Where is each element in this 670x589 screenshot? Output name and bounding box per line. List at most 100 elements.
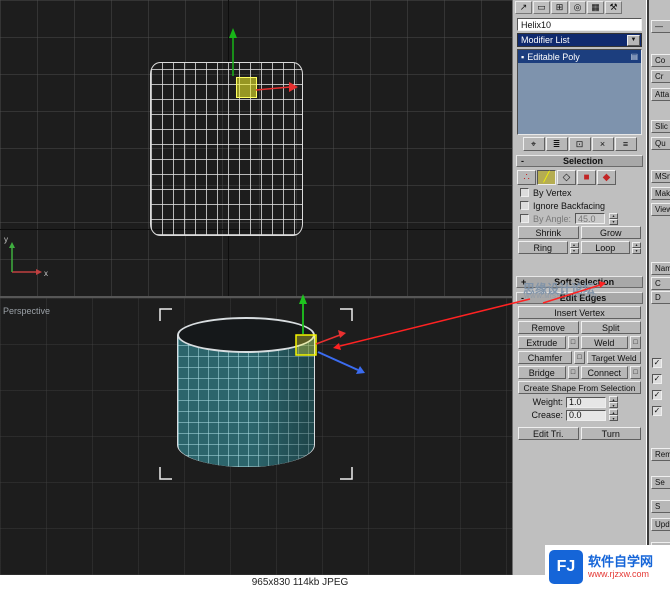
- bridge-button[interactable]: Bridge: [518, 366, 566, 379]
- cropped-checkbox[interactable]: ✓: [652, 374, 662, 384]
- loop-button[interactable]: Loop: [580, 241, 630, 254]
- weight-row: Weight: 1.0 ▴ ▾: [529, 396, 638, 408]
- show-end-result-button[interactable]: ≣: [545, 137, 568, 151]
- cylinder-top-rim[interactable]: [177, 317, 315, 353]
- weld-settings-button[interactable]: □: [630, 336, 641, 349]
- by-angle-row: By Angle: 45.0 ▴ ▾: [520, 212, 639, 225]
- spinner-down-icon[interactable]: ▾: [609, 402, 618, 408]
- chevron-down-icon[interactable]: ▼: [627, 34, 640, 46]
- crease-field[interactable]: 0.0: [566, 409, 606, 421]
- by-vertex-checkbox[interactable]: [520, 188, 529, 197]
- by-angle-spinner: ▴ ▾: [609, 212, 619, 225]
- chamfer-button[interactable]: Chamfer: [518, 351, 572, 364]
- cropped-button[interactable]: C: [651, 277, 670, 290]
- cropped-button[interactable]: Qu: [651, 137, 670, 150]
- crease-spinner[interactable]: ▴ ▾: [609, 409, 618, 421]
- viewport-perspective[interactable]: Perspective: [0, 298, 512, 575]
- edge-mode-button[interactable]: ╱: [537, 170, 556, 185]
- cropped-button[interactable]: View: [651, 203, 670, 216]
- chamfer-settings-button[interactable]: □: [574, 351, 585, 364]
- ring-button[interactable]: Ring: [518, 241, 568, 254]
- cropped-checkbox[interactable]: ✓: [652, 406, 662, 416]
- cropped-button[interactable]: D: [651, 291, 670, 304]
- cylinder-wireframe[interactable]: [150, 62, 303, 236]
- weld-button[interactable]: Weld: [580, 336, 628, 349]
- cropped-button[interactable]: Co: [651, 54, 670, 67]
- cylinder-body[interactable]: [177, 335, 315, 467]
- shrink-button[interactable]: Shrink: [518, 226, 579, 239]
- insert-vertex-button[interactable]: Insert Vertex: [518, 306, 641, 319]
- modify-tab-icon[interactable]: ▭: [533, 1, 550, 14]
- vertex-mode-button[interactable]: ∴: [517, 170, 536, 185]
- by-angle-checkbox[interactable]: [520, 214, 529, 223]
- create-shape-button[interactable]: Create Shape From Selection: [518, 381, 641, 394]
- cropped-button[interactable]: MSm: [651, 170, 670, 183]
- weight-field[interactable]: 1.0: [566, 396, 606, 408]
- turn-button[interactable]: Turn: [580, 427, 641, 440]
- cropped-button[interactable]: Nam: [651, 262, 670, 275]
- ring-spinner[interactable]: ▴ ▾: [569, 241, 579, 254]
- cropped-button[interactable]: S: [651, 500, 670, 513]
- cropped-button[interactable]: Rem: [651, 448, 670, 461]
- cropped-button[interactable]: Atta: [651, 88, 670, 101]
- remove-split-row: Remove Split: [518, 321, 641, 334]
- polygon-mode-button[interactable]: ■: [577, 170, 596, 185]
- pin-stack-button[interactable]: ⌖: [522, 137, 545, 151]
- selection-rollout-header[interactable]: - Selection: [516, 155, 643, 167]
- viewport-front[interactable]: [0, 0, 512, 296]
- display-tab-icon[interactable]: ▦: [587, 1, 604, 14]
- modifier-list-dropdown[interactable]: Modifier List ▼: [517, 33, 642, 47]
- cropped-button[interactable]: Upd: [651, 518, 670, 531]
- weight-spinner[interactable]: ▴ ▾: [609, 396, 618, 408]
- cropped-button[interactable]: Se: [651, 476, 670, 489]
- stack-item-icon: ▪: [521, 51, 525, 62]
- element-mode-button[interactable]: ◆: [597, 170, 616, 185]
- hierarchy-tab-icon[interactable]: ⊞: [551, 1, 568, 14]
- cropped-checkbox[interactable]: ✓: [652, 358, 662, 368]
- viewport-label[interactable]: Perspective: [3, 306, 50, 316]
- crease-label: Crease:: [531, 410, 563, 420]
- site-logo-icon: FJ: [549, 550, 583, 584]
- extrude-settings-button[interactable]: □: [567, 336, 579, 349]
- extrude-button[interactable]: Extrude: [518, 336, 566, 349]
- cropped-button[interactable]: Mak: [651, 187, 670, 200]
- object-name-field[interactable]: Helix10: [517, 18, 642, 31]
- cropped-button[interactable]: Cr: [651, 70, 670, 83]
- create-shape-row: Create Shape From Selection: [518, 381, 641, 394]
- spinner-down-icon[interactable]: ▾: [632, 247, 641, 254]
- extrude-weld-row: Extrude □ Weld □: [518, 336, 641, 349]
- loop-spinner[interactable]: ▴ ▾: [632, 241, 641, 254]
- connect-settings-button[interactable]: □: [630, 366, 641, 379]
- split-button[interactable]: Split: [580, 321, 641, 334]
- bridge-settings-button[interactable]: □: [567, 366, 579, 379]
- stack-item-state-icon[interactable]: ▤: [630, 52, 638, 61]
- make-unique-button[interactable]: ⊡: [568, 137, 591, 151]
- cropped-button[interactable]: —: [651, 20, 670, 33]
- edit-tri-button[interactable]: Edit Tri.: [518, 427, 579, 440]
- by-vertex-row: By Vertex: [520, 187, 639, 198]
- site-logo: FJ 软件自学网 www.rjzxw.com: [545, 545, 670, 589]
- border-mode-button[interactable]: ◇: [557, 170, 576, 185]
- connect-button[interactable]: Connect: [580, 366, 628, 379]
- selection-rollout-title: Selection: [562, 156, 603, 166]
- cropped-checkbox[interactable]: ✓: [652, 390, 662, 400]
- remove-modifier-button[interactable]: ×: [591, 137, 614, 151]
- motion-tab-icon[interactable]: ◎: [569, 1, 586, 14]
- selected-edges-highlight[interactable]: [236, 77, 257, 98]
- spinner-down-icon[interactable]: ▾: [609, 415, 618, 421]
- stack-toolbar: ⌖ ≣ ⊡ × ≡: [517, 137, 642, 151]
- spinner-down-icon[interactable]: ▾: [569, 247, 579, 254]
- utilities-tab-icon[interactable]: ⚒: [605, 1, 622, 14]
- ignore-backfacing-checkbox[interactable]: [520, 201, 529, 210]
- ignore-backfacing-row: Ignore Backfacing: [520, 200, 639, 211]
- stack-item-editable-poly[interactable]: ▪ Editable Poly ▤: [518, 50, 641, 63]
- modifier-stack[interactable]: ▪ Editable Poly ▤: [517, 49, 642, 135]
- command-panel-tabs: ↗ ▭ ⊞ ◎ ▦ ⚒: [513, 0, 646, 15]
- create-tab-icon[interactable]: ↗: [515, 1, 532, 14]
- spinner-down-icon: ▾: [609, 218, 619, 225]
- grow-button[interactable]: Grow: [580, 226, 641, 239]
- remove-button[interactable]: Remove: [518, 321, 579, 334]
- configure-modifier-sets-button[interactable]: ≡: [614, 137, 637, 151]
- target-weld-button[interactable]: Target Weld: [587, 351, 641, 364]
- cropped-button[interactable]: Slic: [651, 120, 670, 133]
